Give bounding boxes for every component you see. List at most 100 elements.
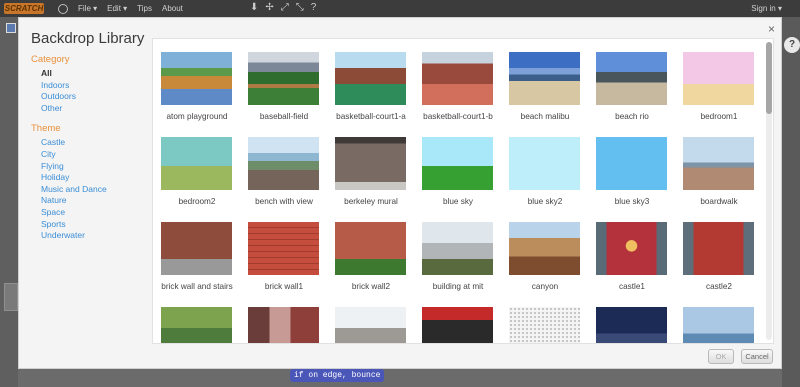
backdrop-thumbnail [335,307,406,343]
backdrop-item[interactable]: boardwalk [683,137,755,222]
backdrop-item[interactable]: castle2 [683,222,755,307]
cut-scissors-icon[interactable]: ✢ [265,2,273,13]
backdrop-thumbnail [596,222,667,275]
theme-music-and-dance[interactable]: Music and Dance [31,184,141,196]
backdrop-item[interactable]: bedroom1 [683,52,755,137]
duplicate-stamp-icon[interactable]: ⬇ [250,2,258,13]
help-icon[interactable]: ? [784,37,800,53]
sprite-panel-bg [4,283,18,311]
backdrop-label: blue sky2 [527,197,563,206]
backdrop-item[interactable] [509,307,581,343]
backdrop-thumbnail [335,52,406,105]
backdrop-item[interactable] [596,307,668,343]
backdrop-item[interactable]: basketball-court1-a [335,52,407,137]
backdrop-item[interactable]: baseball-field [248,52,320,137]
backdrop-thumbnail [509,137,580,190]
backdrop-library-dialog: Backdrop Library × Category All Indoors Ou… [18,17,782,369]
theme-castle[interactable]: Castle [31,137,141,149]
backdrop-thumbnail [422,137,493,190]
ok-button[interactable]: OK [708,349,734,364]
category-other[interactable]: Other [31,103,141,115]
backdrop-item[interactable]: brick wall2 [335,222,407,307]
backdrop-label: building at mit [432,282,484,291]
dialog-title: Backdrop Library [31,30,145,47]
menu-file[interactable]: File ▾ [78,4,97,13]
backdrop-item[interactable]: bench with view [248,137,320,222]
theme-space[interactable]: Space [31,207,141,219]
backdrop-thumbnail [509,52,580,105]
theme-flying[interactable]: Flying [31,161,141,173]
theme-underwater[interactable]: Underwater [31,230,141,242]
backdrop-thumbnail [248,52,319,105]
shrink-icon[interactable]: ⤡ [296,2,304,13]
backdrop-item[interactable] [248,307,320,343]
backdrop-item[interactable]: beach rio [596,52,668,137]
theme-nature[interactable]: Nature [31,195,141,207]
backdrop-label: canyon [531,282,559,291]
backdrop-item[interactable] [683,307,755,343]
backdrop-item[interactable]: beach malibu [509,52,581,137]
backdrop-item[interactable]: brick wall and stairs [161,222,233,307]
backdrop-item[interactable]: atom playground [161,52,233,137]
backdrop-label: bedroom1 [700,112,738,121]
backdrop-label: brick wall and stairs [161,282,233,291]
theme-city[interactable]: City [31,149,141,161]
backdrop-thumbnail [248,307,319,343]
block-help-icon[interactable]: ? [311,2,317,13]
backdrop-thumbnail [683,222,754,275]
grow-icon[interactable]: ⤢ [281,2,289,13]
backdrop-item[interactable]: building at mit [422,222,494,307]
category-outdoors[interactable]: Outdoors [31,91,141,103]
backdrop-item[interactable]: canyon [509,222,581,307]
backdrop-label: brick wall2 [351,282,391,291]
backdrop-item[interactable]: basketball-court1-b [422,52,494,137]
backdrop-label: castle1 [619,282,645,291]
backdrop-thumbnail [596,307,667,343]
backdrop-label: castle2 [706,282,732,291]
backdrop-thumbnail [335,137,406,190]
backdrop-thumbnail [248,222,319,275]
script-block[interactable]: if on edge, bounce [290,369,385,382]
menu-edit[interactable]: Edit ▾ [107,4,127,13]
backdrop-thumbnail [509,222,580,275]
backdrop-item[interactable]: blue sky3 [596,137,668,222]
scratch-logo[interactable]: SCRATCH [4,3,44,14]
sign-in-menu[interactable]: Sign in ▾ [751,4,782,13]
backdrop-thumbnail [683,137,754,190]
backdrop-thumbnail [596,137,667,190]
theme-holiday[interactable]: Holiday [31,172,141,184]
cancel-button[interactable]: Cancel [741,349,773,364]
backdrop-item[interactable] [161,307,233,343]
backdrop-thumbnail [161,137,232,190]
scripts-area-bg [782,17,800,387]
backdrop-item[interactable]: blue sky [422,137,494,222]
backdrop-label: brick wall1 [264,282,304,291]
backdrop-label: baseball-field [259,112,309,121]
backdrop-label: blue sky3 [614,197,650,206]
theme-sports[interactable]: Sports [31,219,141,231]
top-menu-bar: SCRATCH File ▾ Edit ▾ Tips About ⬇ ✢ ⤢ ⤡… [0,0,800,17]
backdrop-item[interactable]: bedroom2 [161,137,233,222]
scrollbar[interactable] [766,42,772,340]
close-icon[interactable]: × [768,22,775,36]
category-indoors[interactable]: Indoors [31,80,141,92]
backdrop-item[interactable]: castle1 [596,222,668,307]
backdrop-thumbnail [596,52,667,105]
backdrop-item[interactable] [422,307,494,343]
stage-area-bg [0,17,18,387]
backdrop-item[interactable]: berkeley mural [335,137,407,222]
backdrop-item[interactable]: brick wall1 [248,222,320,307]
language-globe-icon[interactable] [58,3,68,14]
backdrop-thumbnail [509,307,580,343]
menu-tips[interactable]: Tips [137,4,152,13]
category-all[interactable]: All [31,68,141,80]
backdrop-grid: atom playground baseball-field basketball-… [161,52,755,343]
menu-about[interactable]: About [162,4,183,13]
backdrop-item[interactable] [335,307,407,343]
backdrop-item[interactable]: blue sky2 [509,137,581,222]
scrollbar-thumb[interactable] [766,42,772,114]
stage-thumbnail[interactable] [6,23,16,33]
editor-tools: ⬇ ✢ ⤢ ⤡ ? [250,2,316,13]
backdrop-label: berkeley mural [344,197,398,206]
backdrop-label: bench with view [255,197,313,206]
